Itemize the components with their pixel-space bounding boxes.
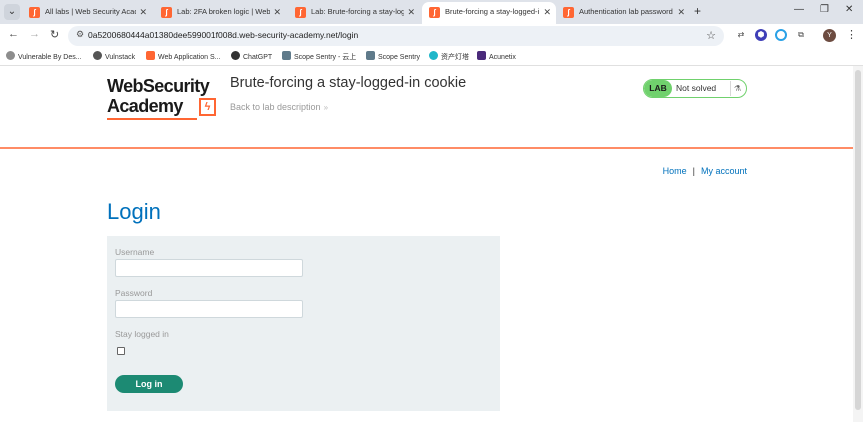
browser-tab[interactable]: ʃ Lab: Brute-forcing a stay-logg ✕ bbox=[288, 2, 420, 24]
my-account-link[interactable]: My account bbox=[701, 166, 747, 176]
back-to-lab-description-link[interactable]: Back to lab description» bbox=[230, 102, 328, 112]
lab-title: Brute-forcing a stay-logged-in cookie bbox=[230, 75, 467, 91]
portswigger-favicon-icon: ʃ bbox=[29, 7, 40, 18]
lab-badge-label: LAB bbox=[644, 80, 672, 97]
bookmark-favicon-icon bbox=[146, 51, 155, 60]
reload-icon[interactable]: ↻ bbox=[50, 28, 59, 41]
portswigger-favicon-icon: ʃ bbox=[429, 7, 440, 18]
web-security-academy-logo[interactable]: WebSecurity Academy ϟ bbox=[107, 76, 222, 122]
browser-tab[interactable]: ʃ Lab: 2FA broken logic | Web ✕ bbox=[154, 2, 286, 24]
close-tab-icon[interactable]: ✕ bbox=[139, 2, 147, 22]
extension-icon[interactable]: ⇄ bbox=[735, 29, 747, 41]
bookmark-favicon-icon bbox=[6, 51, 15, 60]
top-navigation: Home | My account bbox=[663, 166, 747, 176]
close-window-icon[interactable]: ✕ bbox=[845, 4, 853, 15]
page-heading: Login bbox=[107, 199, 161, 224]
address-bar[interactable]: ⚙ 0a5200680444a01380dee599001f008d.web-s… bbox=[68, 26, 724, 46]
header-divider bbox=[0, 147, 853, 149]
back-icon[interactable]: ← bbox=[8, 28, 19, 40]
extensions-puzzle-icon[interactable]: ⧉ bbox=[795, 29, 807, 41]
portswigger-favicon-icon: ʃ bbox=[161, 7, 172, 18]
chatgpt-icon bbox=[231, 51, 240, 60]
extension-hex-icon[interactable]: ⬢ bbox=[755, 29, 767, 41]
lab-status-text: Not solved bbox=[676, 83, 717, 93]
stay-logged-in-label: Stay logged in bbox=[115, 329, 169, 339]
bookmark-favicon-icon bbox=[282, 51, 291, 60]
browser-toolbar: ← → ↻ ⚙ 0a5200680444a01380dee599001f008d… bbox=[0, 24, 863, 48]
bookmark-item[interactable]: Vulnstack bbox=[93, 51, 135, 61]
scrollbar-thumb[interactable] bbox=[855, 70, 861, 410]
minimize-icon[interactable]: — bbox=[794, 4, 804, 15]
bookmark-item[interactable]: Scope Sentry bbox=[366, 51, 420, 61]
close-tab-icon[interactable]: ✕ bbox=[273, 2, 281, 22]
bookmark-favicon-icon bbox=[366, 51, 375, 60]
logo-underline bbox=[107, 118, 197, 120]
browser-tab-active[interactable]: ʃ Brute-forcing a stay-logged-i ✕ bbox=[422, 2, 556, 24]
portswigger-favicon-icon: ʃ bbox=[563, 7, 574, 18]
new-tab-icon[interactable]: + bbox=[694, 4, 701, 18]
page-content: WebSecurity Academy ϟ Brute-forcing a st… bbox=[0, 66, 853, 422]
nav-separator: | bbox=[692, 166, 695, 176]
flask-icon: ⚗ bbox=[730, 81, 744, 96]
portswigger-favicon-icon: ʃ bbox=[295, 7, 306, 18]
acunetix-icon bbox=[477, 51, 486, 60]
forward-icon[interactable]: → bbox=[29, 28, 40, 40]
profile-avatar[interactable]: Y bbox=[823, 29, 836, 42]
extension-circle-icon[interactable] bbox=[775, 29, 787, 41]
home-link[interactable]: Home bbox=[663, 166, 687, 176]
bookmark-favicon-icon bbox=[429, 51, 438, 60]
browser-tab[interactable]: ʃ All labs | Web Security Acade ✕ bbox=[22, 2, 152, 24]
bookmark-item[interactable]: Web Application S... bbox=[146, 51, 221, 61]
username-input[interactable] bbox=[115, 259, 303, 277]
bookmark-item[interactable]: 资产灯塔 bbox=[429, 51, 469, 62]
lightning-bolt-icon: ϟ bbox=[199, 98, 216, 116]
bookmark-favicon-icon bbox=[93, 51, 102, 60]
double-chevron-right-icon: » bbox=[323, 103, 329, 112]
tab-strip: ⌄ ʃ All labs | Web Security Acade ✕ ʃ La… bbox=[0, 0, 863, 24]
close-tab-icon[interactable]: ✕ bbox=[543, 2, 551, 22]
close-tab-icon[interactable]: ✕ bbox=[677, 2, 685, 22]
log-in-button[interactable]: Log in bbox=[115, 375, 183, 393]
browser-menu-icon[interactable]: ⋮ bbox=[846, 28, 857, 41]
stay-logged-in-checkbox[interactable] bbox=[117, 347, 125, 355]
password-input[interactable] bbox=[115, 300, 303, 318]
password-label: Password bbox=[115, 288, 153, 298]
bookmark-item[interactable]: Vulnerable By Des... bbox=[6, 51, 82, 61]
bookmark-item[interactable]: Acunetix bbox=[477, 51, 516, 61]
restore-icon[interactable]: ❐ bbox=[820, 4, 829, 15]
page-scrollbar[interactable] bbox=[853, 66, 863, 422]
login-form: Username Password Stay logged in Log in bbox=[107, 236, 500, 411]
bookmarks-bar: Vulnerable By Des... Vulnstack Web Appli… bbox=[0, 48, 863, 66]
tab-search-icon[interactable]: ⌄ bbox=[4, 4, 20, 20]
close-tab-icon[interactable]: ✕ bbox=[407, 2, 415, 22]
lab-status-badge: LAB Not solved ⚗ bbox=[643, 79, 747, 98]
bookmark-item[interactable]: Scope Sentry - 云上 bbox=[282, 51, 356, 62]
bookmark-star-icon[interactable]: ☆ bbox=[706, 29, 716, 42]
url-text[interactable]: 0a5200680444a01380dee599001f008d.web-sec… bbox=[88, 30, 358, 40]
bookmark-item[interactable]: ChatGPT bbox=[231, 51, 272, 61]
username-label: Username bbox=[115, 247, 155, 257]
site-info-icon[interactable]: ⚙ bbox=[76, 29, 84, 40]
browser-tab[interactable]: ʃ Authentication lab password ✕ bbox=[556, 2, 690, 24]
